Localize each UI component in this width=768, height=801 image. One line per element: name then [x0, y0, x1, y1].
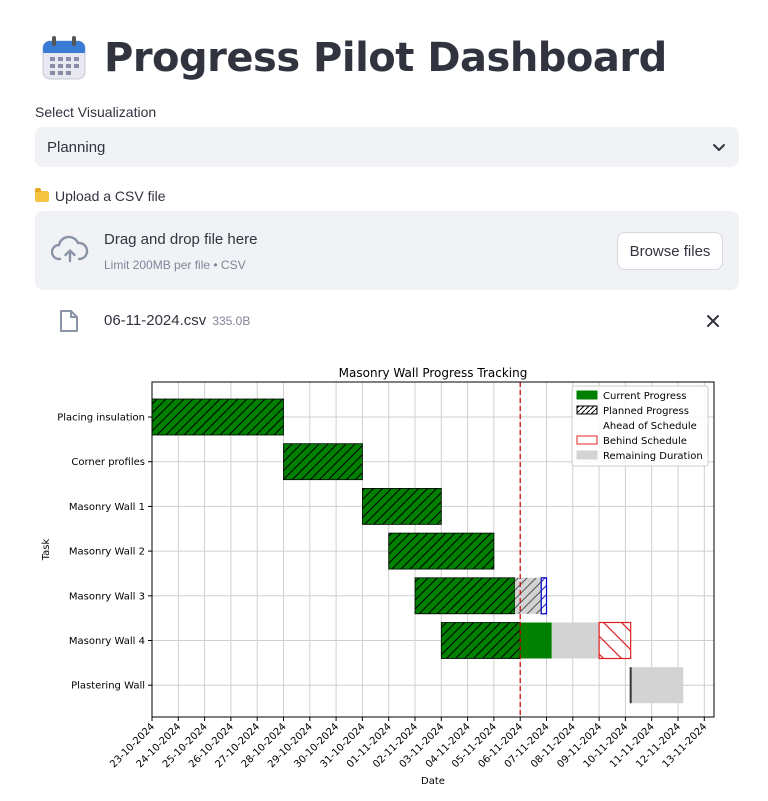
dropzone-limit: Limit 200MB per file • CSV	[104, 258, 246, 272]
gantt-chart: Masonry Wall Progress Tracking Placing in…	[30, 355, 740, 795]
y-tick-label: Placing insulation	[57, 413, 145, 424]
y-tick-label: Masonry Wall 3	[69, 591, 145, 602]
legend-label: Planned Progress	[603, 406, 689, 417]
chevron-down-icon	[713, 144, 725, 151]
y-tick-label: Corner profiles	[71, 457, 145, 468]
file-dropzone[interactable]: Drag and drop file here Limit 200MB per …	[35, 211, 739, 290]
upload-label-text: Upload a CSV file	[55, 188, 166, 204]
upload-label: Upload a CSV file	[35, 187, 166, 204]
visualization-select-value: Planning	[47, 138, 106, 156]
dropzone-title: Drag and drop file here	[104, 231, 258, 248]
visualization-select[interactable]: Planning	[35, 127, 739, 167]
legend-swatch-current	[576, 390, 598, 400]
legend-swatch-behind	[576, 435, 598, 445]
legend-label: Current Progress	[603, 391, 686, 402]
bar-remaining	[551, 622, 600, 659]
bar-planned	[388, 532, 495, 570]
x-axis-label: Date	[421, 776, 445, 787]
visualization-select-label: Select Visualization	[35, 104, 157, 120]
bar-current	[520, 622, 552, 659]
legend-swatch-planned	[576, 405, 598, 415]
close-icon[interactable]	[705, 313, 721, 329]
legend-label: Behind Schedule	[603, 436, 687, 447]
bar-remaining	[630, 667, 684, 704]
gantt-chart-svg: Masonry Wall Progress Tracking Placing in…	[41, 366, 715, 787]
bar-planned	[440, 622, 521, 659]
y-tick-label: Plastering Wall	[71, 681, 145, 692]
bar-behind-schedule	[598, 621, 632, 660]
page-header: Progress Pilot Dashboard	[40, 30, 667, 86]
bar-planned	[414, 577, 516, 615]
y-tick-label: Masonry Wall 4	[69, 636, 145, 647]
page-title: Progress Pilot Dashboard	[104, 35, 667, 81]
browse-files-button[interactable]: Browse files	[617, 232, 723, 270]
calendar-icon	[42, 36, 86, 80]
file-size: 335.0B	[212, 314, 251, 328]
uploaded-file-row: 06-11-2024.csv 335.0B	[35, 303, 739, 339]
x-tick-label: 23-10-2024	[108, 721, 157, 770]
chart-title: Masonry Wall Progress Tracking	[339, 366, 528, 380]
file-name-text: 06-11-2024.csv	[104, 312, 207, 329]
bar-planned	[151, 398, 284, 436]
bar-planned-edge	[540, 577, 548, 615]
cloud-upload-icon	[51, 235, 89, 263]
folder-icon	[35, 187, 49, 202]
y-axis-label: Task	[41, 539, 52, 562]
file-name: 06-11-2024.csv 335.0B	[104, 312, 250, 329]
bar-planned	[361, 487, 442, 525]
y-tick-label: Masonry Wall 2	[69, 547, 145, 558]
legend-label: Remaining Duration	[603, 451, 703, 462]
legend-label: Ahead of Schedule	[603, 421, 697, 432]
bar-planned	[283, 443, 363, 481]
file-icon	[60, 310, 78, 332]
y-tick-label: Masonry Wall 1	[69, 502, 145, 513]
legend-swatch-remaining	[576, 450, 598, 460]
